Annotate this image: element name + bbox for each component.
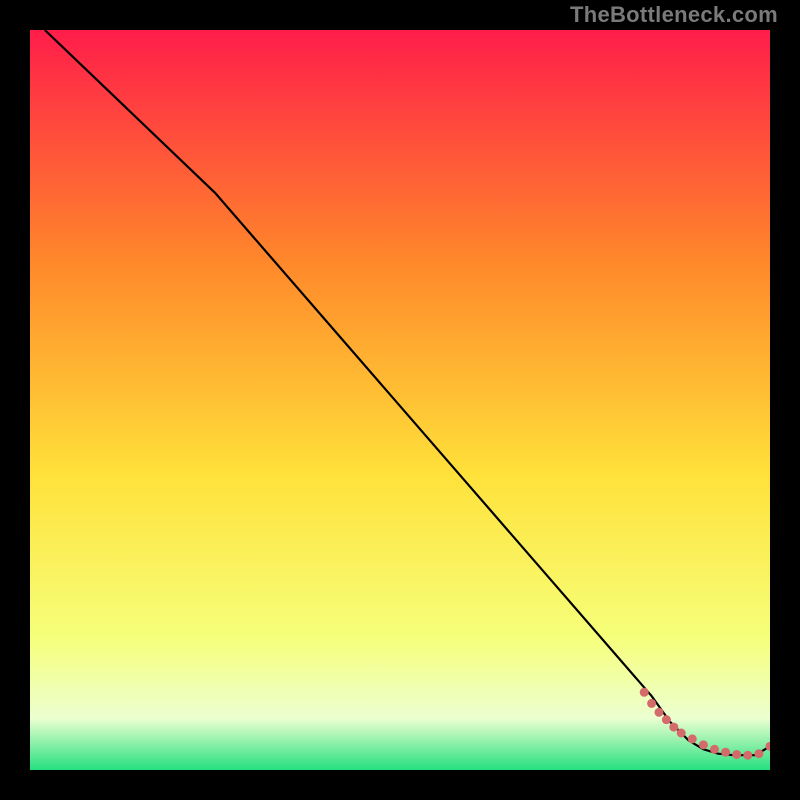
marker-dot (699, 740, 708, 749)
marker-dot (640, 688, 649, 697)
marker-dot (721, 748, 730, 757)
chart-frame: TheBottleneck.com (0, 0, 800, 800)
marker-dot (647, 699, 656, 708)
marker-dot (655, 708, 664, 717)
marker-dot (710, 745, 719, 754)
attribution-label: TheBottleneck.com (570, 2, 778, 28)
marker-dot (743, 751, 752, 760)
marker-dot (732, 750, 741, 759)
marker-dot (688, 734, 697, 743)
marker-dot (754, 749, 763, 758)
marker-dot (669, 723, 678, 732)
marker-dot (662, 715, 671, 724)
marker-dot (677, 729, 686, 738)
plot-area (30, 30, 770, 770)
gradient-background (30, 30, 770, 770)
chart-svg (30, 30, 770, 770)
